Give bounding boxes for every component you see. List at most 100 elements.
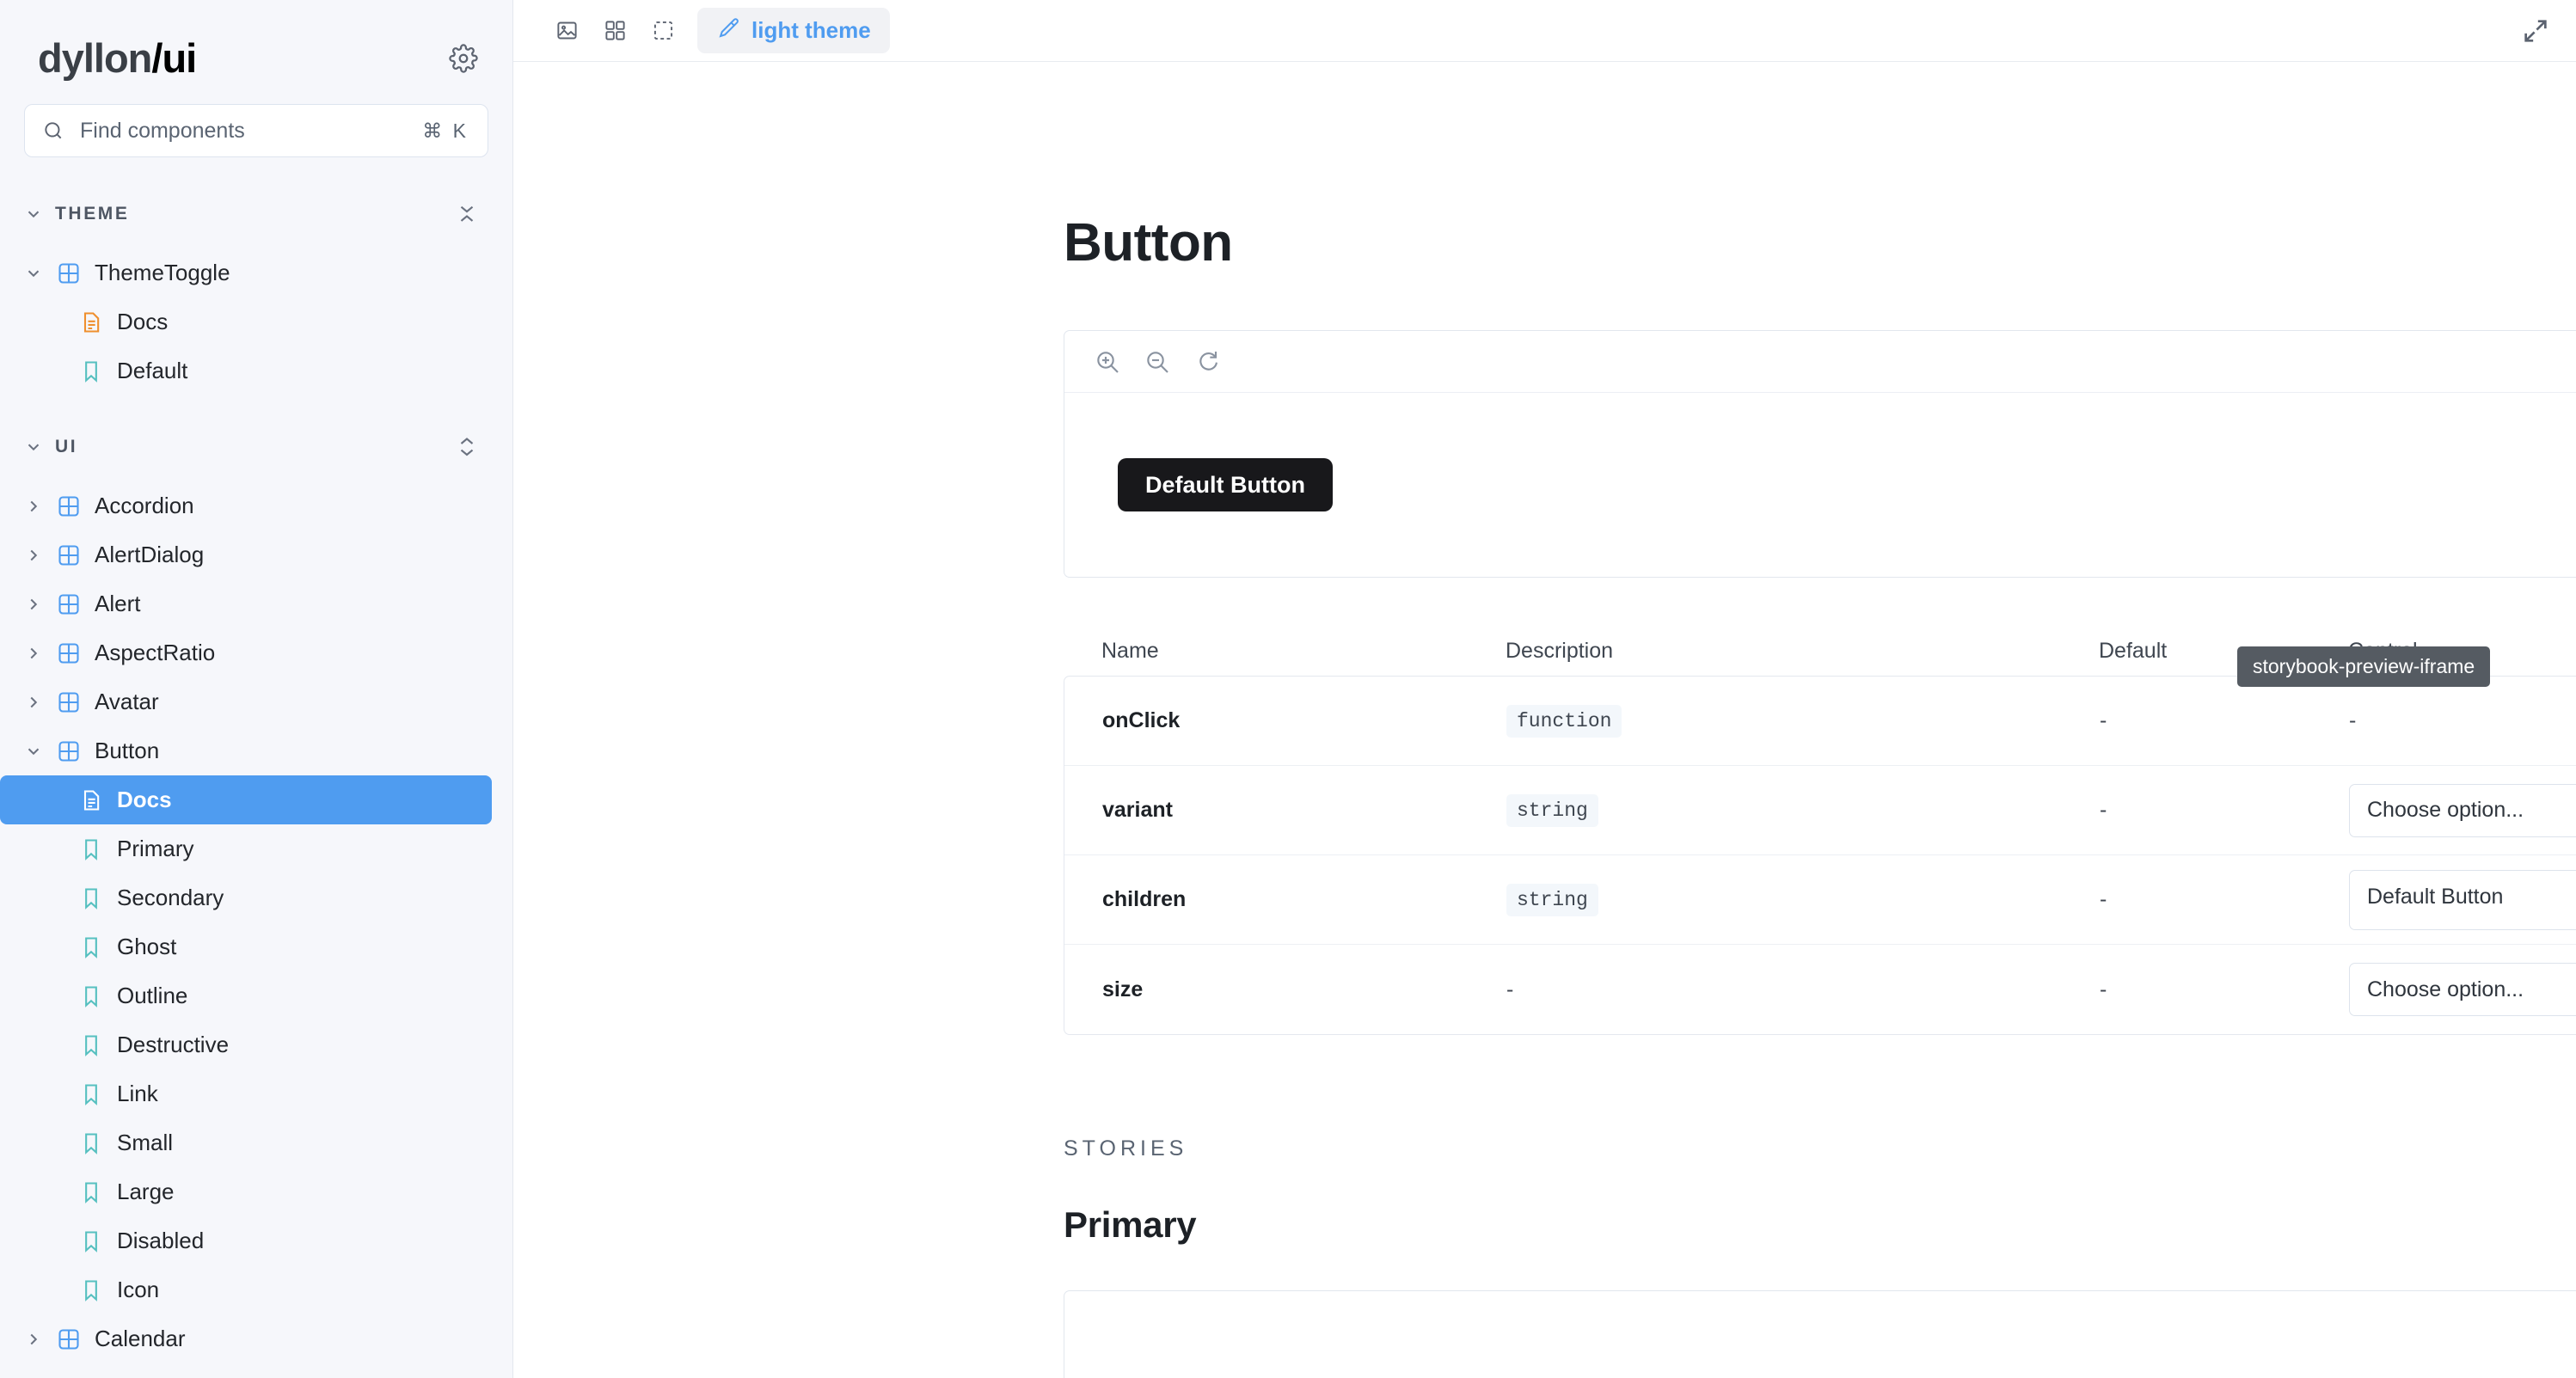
tree-item-alert[interactable]: Alert: [0, 579, 492, 628]
column-header-description: Description: [1506, 639, 2099, 664]
search-input[interactable]: Find components ⌘ K: [24, 104, 488, 157]
zoom-in-icon[interactable]: [1094, 348, 1121, 376]
docs-scroll-area[interactable]: Button: [513, 62, 2576, 1378]
story-bookmark-icon: [79, 1082, 103, 1106]
brand-logo[interactable]: dyllon/ui: [38, 38, 196, 78]
arg-type-chip: string: [1506, 884, 1598, 916]
tree-item-accordion[interactable]: Accordion: [0, 481, 492, 530]
tree-item-button-ghost[interactable]: Ghost: [0, 922, 492, 971]
grid-icon[interactable]: [591, 9, 639, 53]
tree-item-dropdownmenu[interactable]: DropdownMenu: [0, 1363, 492, 1378]
tree-item-label: Disabled: [117, 1228, 204, 1254]
tree-item-calendar[interactable]: Calendar: [0, 1314, 492, 1363]
gear-icon[interactable]: [449, 44, 478, 73]
tree-item-button-secondary[interactable]: Secondary: [0, 873, 492, 922]
measure-outline-icon[interactable]: [639, 9, 687, 53]
component-grid-icon: [57, 592, 81, 616]
tree-item-label: Docs: [117, 787, 172, 813]
fullscreen-expand-icon[interactable]: [2521, 16, 2550, 46]
tree-item-button[interactable]: Button: [0, 726, 492, 775]
expand-all-icon[interactable]: [456, 432, 478, 462]
zoom-reset-icon[interactable]: [1193, 348, 1221, 376]
storybook-app: dyllon/ui Find components ⌘ K: [0, 0, 2576, 1378]
tree-item-button-small[interactable]: Small: [0, 1118, 492, 1167]
tree-item-button-disabled[interactable]: Disabled: [0, 1216, 492, 1265]
arg-name: size: [1102, 977, 1506, 1002]
preview-toolbar: light theme: [513, 0, 2576, 62]
search-container: Find components ⌘ K: [0, 78, 512, 157]
tree-item-label: Accordion: [95, 493, 194, 519]
tree-item-button-large[interactable]: Large: [0, 1167, 492, 1216]
chevron-right-icon: [24, 595, 43, 614]
tree-item-label: Primary: [117, 836, 194, 862]
tree-item-label: Outline: [117, 983, 187, 1009]
tree-item-label: Secondary: [117, 885, 224, 911]
zoom-out-icon[interactable]: [1144, 348, 1171, 376]
tree-item-themetoggle-default[interactable]: Default: [0, 346, 492, 395]
tree-item-button-destructive[interactable]: Destructive: [0, 1020, 492, 1069]
tree-item-label: Small: [117, 1130, 173, 1156]
story-bookmark-icon: [79, 1131, 103, 1155]
args-table: Name Description Default Control: [1064, 626, 2576, 1035]
variant-select-value: Choose option...: [2367, 798, 2524, 823]
children-textarea[interactable]: Default Button: [2349, 870, 2576, 930]
tree-item-alertdialog[interactable]: AlertDialog: [0, 530, 492, 579]
args-table-header: Name Description Default Control: [1064, 626, 2576, 676]
arg-default: -: [2100, 977, 2349, 1002]
docs-content: Button: [1064, 62, 2576, 1378]
tree-item-label: Destructive: [117, 1032, 229, 1058]
tree-item-label: Docs: [117, 309, 168, 335]
arg-type-dash: -: [1506, 977, 1513, 1001]
preview-canvas: Default Button: [1064, 393, 2576, 577]
column-header-control: Control: [2348, 639, 2418, 664]
story-bookmark-icon: [79, 886, 103, 910]
chevron-right-icon: [24, 497, 43, 516]
story-bookmark-icon: [79, 935, 103, 959]
tree-item-button-link[interactable]: Link: [0, 1069, 492, 1118]
stories-section-label: STORIES: [1064, 1136, 2576, 1161]
preview-demo-button[interactable]: Default Button: [1118, 458, 1333, 511]
arg-type-chip: string: [1506, 794, 1598, 827]
tree-item-button-icon[interactable]: Icon: [0, 1265, 492, 1314]
tree-item-themetoggle[interactable]: ThemeToggle: [0, 248, 492, 297]
preview-panel: Default Button Show code: [1064, 330, 2576, 578]
table-row: size - - Choose option...: [1064, 945, 2576, 1034]
tree-item-button-primary[interactable]: Primary: [0, 824, 492, 873]
sidebar: dyllon/ui Find components ⌘ K: [0, 0, 513, 1378]
arg-default: -: [2100, 798, 2349, 823]
tree-item-avatar[interactable]: Avatar: [0, 677, 492, 726]
chevron-down-icon: [24, 438, 43, 456]
tree-item-label: Ghost: [117, 934, 176, 960]
component-grid-icon: [57, 641, 81, 665]
component-grid-icon: [57, 494, 81, 518]
paintbrush-icon: [716, 16, 739, 46]
tree-item-button-outline[interactable]: Outline: [0, 971, 492, 1020]
sidebar-section-theme[interactable]: THEME: [0, 192, 512, 236]
chevron-right-icon: [24, 644, 43, 663]
story-bookmark-icon: [79, 1229, 103, 1253]
main-panel: light theme Button: [513, 0, 2576, 1378]
theme-toggle-button[interactable]: light theme: [697, 8, 890, 53]
size-select[interactable]: Choose option...: [2349, 963, 2576, 1016]
collapse-all-icon[interactable]: [456, 199, 478, 229]
tree-item-aspectratio[interactable]: AspectRatio: [0, 628, 492, 677]
tree-item-themetoggle-docs[interactable]: Docs: [0, 297, 492, 346]
size-select-value: Choose option...: [2367, 977, 2524, 1002]
background-image-icon[interactable]: [543, 9, 591, 53]
arg-name: onClick: [1102, 708, 1506, 733]
arg-name: children: [1102, 887, 1506, 912]
sidebar-section-ui[interactable]: UI: [0, 425, 512, 469]
children-textarea-value: Default Button: [2367, 885, 2503, 909]
story-preview-primary: [1064, 1290, 2576, 1378]
search-placeholder: Find components: [80, 119, 407, 144]
component-grid-icon: [57, 1327, 81, 1351]
column-header-name: Name: [1101, 639, 1506, 664]
section-title: UI: [55, 437, 77, 457]
arg-control-empty: -: [2349, 708, 2356, 733]
brand-suffix: /ui: [151, 35, 196, 81]
chevron-down-icon: [24, 742, 43, 761]
tree-item-button-docs[interactable]: Docs: [0, 775, 492, 824]
component-grid-icon: [57, 739, 81, 763]
table-row: variant string - Choose option...: [1064, 766, 2576, 855]
variant-select[interactable]: Choose option...: [2349, 784, 2576, 837]
